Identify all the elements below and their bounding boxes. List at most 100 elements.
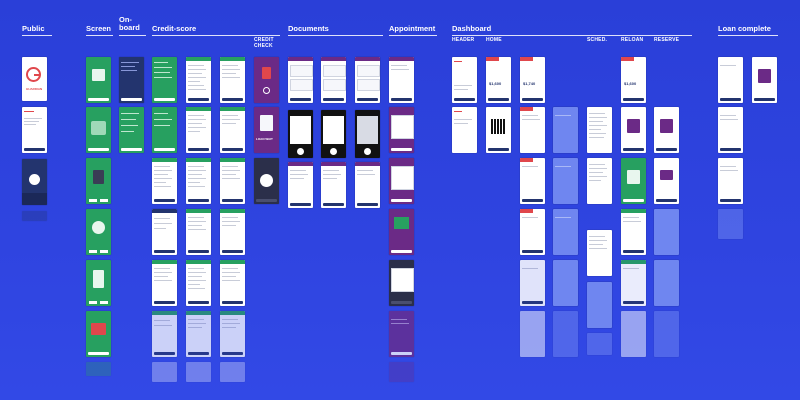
screen-doc-camera-3: [355, 110, 380, 158]
subheader-reserve: RESERVE: [654, 37, 680, 43]
screen-dash-home-1: $1,600: [486, 57, 511, 103]
screen-dash-home-7: [520, 311, 545, 357]
section-underline: [119, 35, 146, 36]
screen-dash-home-11: [553, 260, 578, 306]
screen-credit-form-4: [152, 311, 177, 357]
screen-credit-13: [220, 260, 245, 306]
screen-dash-sched-4: [587, 282, 612, 328]
section-underline: [389, 35, 437, 36]
screen-doc-3: [355, 57, 380, 103]
screen-dash-sched-1: [587, 107, 612, 153]
screen-credit-reflection: [220, 362, 245, 382]
screen-appt-reflection: [389, 362, 414, 382]
screen-appt-4: [389, 209, 414, 255]
screen-loan-complete-4: [718, 158, 743, 204]
subheader-header: HEADER: [452, 37, 475, 43]
screen-appt-6: [389, 311, 414, 357]
screen-doc-2: [321, 57, 346, 103]
screen-green-reflection: [86, 362, 111, 376]
section-dashboard: Dashboard: [452, 24, 492, 33]
screen-credit-2: [152, 107, 177, 153]
screen-credit-5: [186, 158, 211, 204]
screen-onboard-1: [119, 57, 144, 103]
screen-dash-header-1: [452, 57, 477, 103]
screen-credit-6: [186, 209, 211, 255]
section-credit-score: Credit-score: [152, 24, 197, 33]
section-underline: [452, 35, 692, 36]
screen-doc-form-1: [288, 162, 313, 208]
screen-green-5: [86, 260, 111, 306]
screen-dash-home-8: [553, 107, 578, 153]
screen-credit-9: [220, 57, 245, 103]
screen-dash-reloan-5: [621, 260, 646, 306]
screen-dash-home-9: [553, 158, 578, 204]
screen-dash-home-5: [520, 209, 545, 255]
balance-amount: $1,740: [523, 81, 536, 86]
screen-dash-reserve-5: [654, 311, 679, 357]
section-underline: [288, 35, 383, 36]
screen-dash-sched-2: [587, 158, 612, 204]
screen-public-logo: GUARDIAN: [22, 57, 47, 101]
balance-amount: $1,600: [624, 81, 637, 86]
screen-green-4: [86, 209, 111, 255]
screen-credit-7: [186, 260, 211, 306]
screen-credit-14: [220, 311, 245, 357]
screen-credit-10: [220, 107, 245, 153]
loan-wait-label: LOAN WAIT: [256, 137, 273, 141]
section-onboard: On- board: [119, 15, 140, 32]
section-loan-complete: Loan complete: [718, 24, 771, 33]
screen-dash-home-2: $1,740: [520, 57, 545, 103]
screen-appt-2: [389, 107, 414, 153]
section-underline: [718, 35, 778, 36]
screen-credit-check-3: [254, 158, 279, 204]
screen-dash-reserve-3: [654, 209, 679, 255]
section-screen: Screen: [86, 24, 112, 33]
screen-dash-reloan-2: [621, 107, 646, 153]
section-underline: [22, 35, 52, 36]
screen-dash-home-6: [520, 260, 545, 306]
screen-dash-home-10: [553, 209, 578, 255]
screen-public-splash: [22, 159, 47, 205]
screen-credit-3: [186, 57, 211, 103]
screen-dash-sched-5: [587, 333, 612, 355]
screen-credit-8: [186, 311, 211, 357]
screen-credit-reflection: [152, 362, 177, 382]
screen-dash-home-3: [520, 107, 545, 153]
section-underline: [86, 35, 113, 36]
logo-text: GUARDIAN: [26, 87, 43, 91]
screen-dash-reloan-1: $1,600: [621, 57, 646, 103]
subheader-reloan: RELOAN: [621, 37, 644, 43]
screen-credit-11: [220, 158, 245, 204]
screen-dash-sched-3: [587, 230, 612, 276]
subheader-credit-check: CREDIT CHECK: [254, 37, 274, 49]
screen-credit-check-2: LOAN WAIT: [254, 107, 279, 153]
screen-dash-reserve-1: [654, 107, 679, 153]
screen-doc-1: [288, 57, 313, 103]
screen-credit-1: [152, 57, 177, 103]
screen-appt-3: [389, 158, 414, 204]
section-underline: [152, 35, 280, 36]
screen-loan-complete-3: [718, 107, 743, 153]
screen-public-reflection: [22, 211, 47, 221]
screen-dash-reloan-6: [621, 311, 646, 357]
screen-credit-form-1: [152, 158, 177, 204]
balance-amount: $1,600: [489, 81, 502, 86]
screen-loan-complete-5: [718, 209, 743, 239]
screen-loan-complete-2: [752, 57, 777, 103]
screen-green-2: [86, 107, 111, 153]
screen-loan-complete-1: [718, 57, 743, 103]
screen-green-6: [86, 311, 111, 357]
screen-green-3: [86, 158, 111, 204]
screen-credit-form-2: [152, 209, 177, 255]
screen-dash-reloan-3: [621, 158, 646, 204]
subheader-sched: SCHED.: [587, 37, 608, 43]
screen-credit-form-3: [152, 260, 177, 306]
section-documents: Documents: [288, 24, 329, 33]
subheader-home: HOME: [486, 37, 502, 43]
screen-dash-header-2: [452, 107, 477, 153]
screen-green-1: [86, 57, 111, 103]
screen-credit-4: [186, 107, 211, 153]
screen-doc-form-2: [321, 162, 346, 208]
screen-dash-reserve-2: [654, 158, 679, 204]
screen-credit-reflection: [186, 362, 211, 382]
